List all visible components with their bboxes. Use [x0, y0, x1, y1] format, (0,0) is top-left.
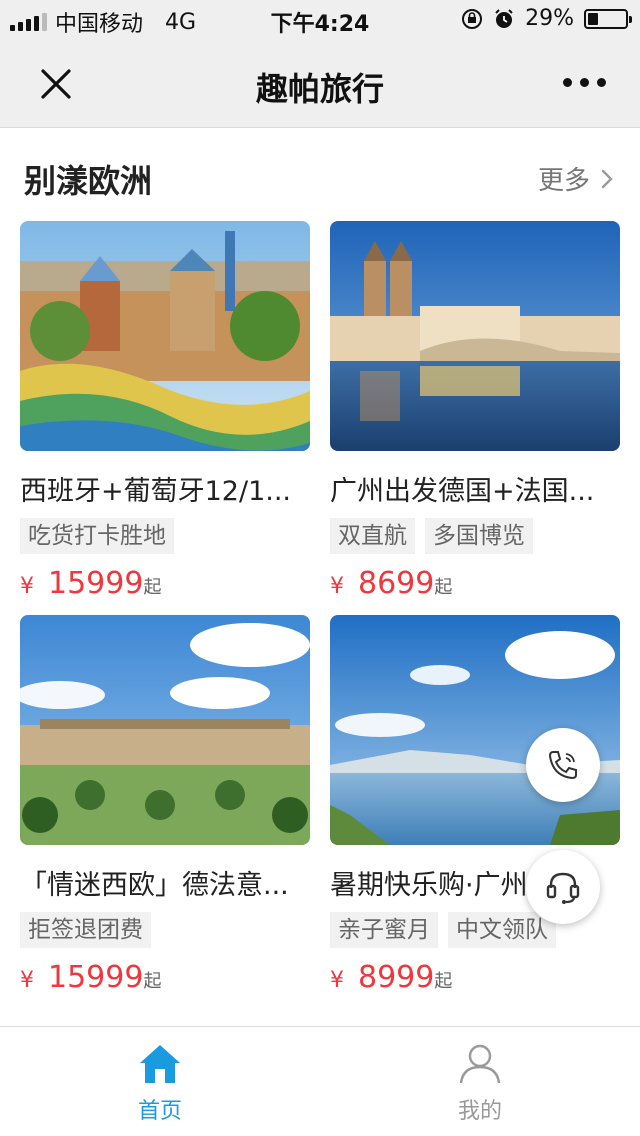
tab-bar: 首页 我的: [0, 1026, 640, 1136]
headset-icon: [546, 872, 580, 904]
price-suffix: 起: [434, 971, 453, 992]
more-label: 更多: [537, 166, 590, 196]
product-image[interactable]: [20, 615, 310, 845]
support-button[interactable]: [526, 850, 600, 924]
product-title[interactable]: 广州出发德国+法国...: [330, 469, 620, 508]
price-suffix: 起: [143, 971, 162, 992]
section-title: 别漾欧洲: [24, 162, 153, 200]
price-amount: 8699: [358, 566, 435, 601]
tab-home-label: 首页: [137, 1099, 182, 1124]
tag: 多国博览: [425, 518, 533, 554]
tab-mine[interactable]: 我的: [420, 1043, 540, 1125]
more-dots-icon[interactable]: [563, 78, 606, 87]
alarm-icon: [495, 8, 513, 28]
nav-bar: 趣帕旅行: [0, 40, 640, 128]
phone-button[interactable]: [526, 728, 600, 802]
price-suffix: 起: [143, 577, 162, 598]
currency-symbol: ¥: [20, 574, 34, 599]
product-card[interactable]: 暑期快乐购·广州直... 亲子蜜月 中文领队 ¥ 8999 起: [330, 615, 620, 995]
status-bar: 中国移动 4G 下午4:24 29%: [0, 0, 640, 40]
battery-icon: [584, 8, 632, 29]
tag-list: 拒签退团费: [20, 912, 310, 948]
tag: 双直航: [330, 518, 415, 554]
product-title[interactable]: 西班牙+葡萄牙12/1...: [20, 469, 310, 508]
currency-symbol: ¥: [20, 968, 34, 993]
price-amount: 8999: [358, 960, 435, 995]
product-card[interactable]: 西班牙+葡萄牙12/1... 吃货打卡胜地 ¥ 15999 起: [20, 221, 310, 601]
product-card[interactable]: 「情迷西欧」德法意... 拒签退团费 ¥ 15999 起: [20, 615, 310, 995]
price: ¥ 15999 起: [20, 566, 310, 601]
price: ¥ 8699 起: [330, 566, 620, 601]
price-amount: 15999: [48, 566, 144, 601]
chevron-right-icon: [601, 169, 613, 188]
tag-list: 双直航 多国博览: [330, 518, 620, 554]
tag-list: 吃货打卡胜地: [20, 518, 310, 554]
battery-percent: 29%: [525, 6, 574, 31]
product-image[interactable]: [20, 221, 310, 451]
currency-symbol: ¥: [330, 968, 344, 993]
price-amount: 15999: [48, 960, 144, 995]
product-image[interactable]: [330, 221, 620, 451]
currency-symbol: ¥: [330, 574, 344, 599]
phone-icon: [548, 751, 577, 780]
home-icon: [140, 1045, 180, 1083]
page-title: 趣帕旅行: [255, 70, 384, 108]
product-card[interactable]: 广州出发德国+法国... 双直航 多国博览 ¥ 8699 起: [330, 221, 620, 601]
tag: 中文领队: [448, 912, 556, 948]
rotation-lock-icon: [462, 8, 483, 29]
product-title[interactable]: 「情迷西欧」德法意...: [20, 863, 310, 902]
tab-mine-label: 我的: [457, 1099, 502, 1124]
price: ¥ 8999 起: [330, 960, 620, 995]
tag: 吃货打卡胜地: [20, 518, 174, 554]
tab-home[interactable]: 首页: [100, 1043, 220, 1125]
price-suffix: 起: [434, 577, 453, 598]
more-link[interactable]: 更多: [538, 160, 614, 197]
price: ¥ 15999 起: [20, 960, 310, 995]
status-right: 29%: [461, 6, 632, 31]
tag: 拒签退团费: [20, 912, 151, 948]
user-icon: [459, 1044, 501, 1084]
tag: 亲子蜜月: [330, 912, 438, 948]
